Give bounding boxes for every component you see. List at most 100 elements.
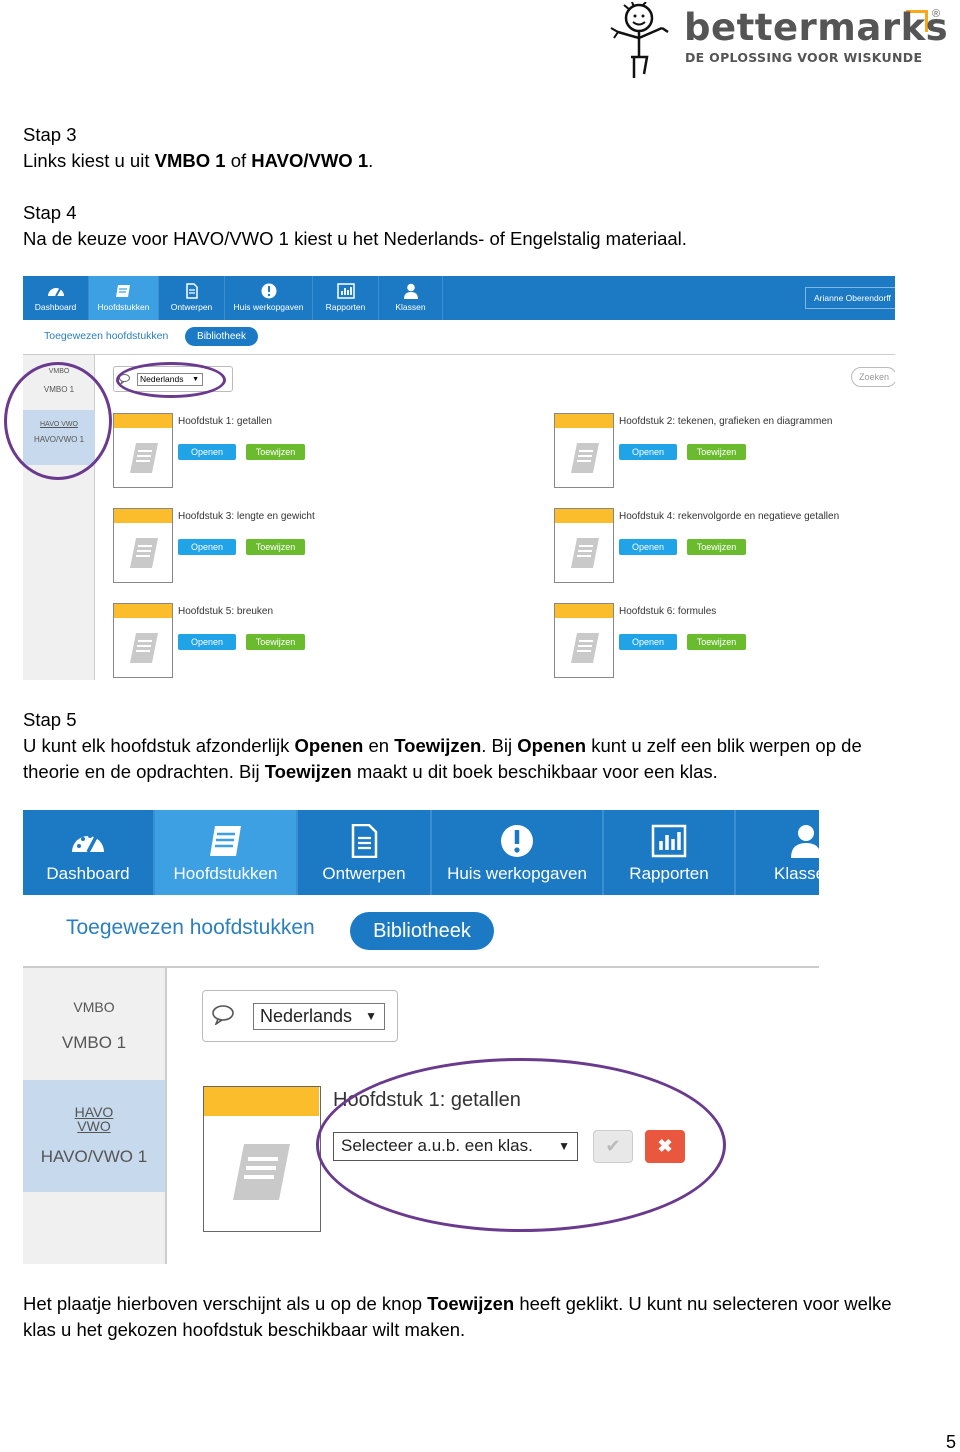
chapter-title: Hoofdstuk 6: formules: [619, 606, 717, 617]
level-sidebar: VMBO VMBO 1 HAVO VWO HAVO/VWO 1: [23, 968, 167, 1264]
exclamation-icon: [501, 825, 533, 857]
step4-title: Stap 4: [23, 202, 77, 223]
exclamation-icon: [261, 283, 276, 299]
top-nav-bar: Dashboard Hoofdstukken Ontwerpen Huis we…: [23, 276, 895, 320]
step4-text: Na de keuze voor HAVO/VWO 1 kiest u het …: [23, 228, 687, 249]
nav-rapporten[interactable]: Rapporten: [313, 276, 379, 320]
book-icon: [571, 633, 599, 663]
chapter-card: Hoofdstuk 1: getallen Openen Toewijzen: [113, 413, 373, 493]
tab-bibliotheek[interactable]: Bibliotheek: [350, 912, 494, 950]
dashboard-icon: [72, 834, 104, 853]
open-button[interactable]: Openen: [178, 634, 236, 650]
nav-ontwerpen[interactable]: Ontwerpen: [159, 276, 225, 320]
tab-toegewezen-hoofdstukken[interactable]: Toegewezen hoofdstukken: [44, 330, 168, 342]
assign-button[interactable]: Toewijzen: [687, 539, 746, 555]
language-filter: Nederlands ▼: [202, 990, 398, 1042]
stick-figure-icon: [610, 2, 669, 78]
book-icon: [130, 633, 158, 663]
step5-title: Stap 5: [23, 709, 77, 730]
top-nav-bar: Dashboard Hoofdstukken Ontwerpen Huis we…: [23, 810, 819, 895]
assign-button[interactable]: Toewijzen: [246, 634, 305, 650]
book-icon: [571, 538, 599, 568]
chapter-card: Hoofdstuk 3: lengte en gewicht Openen To…: [113, 508, 373, 588]
library-screenshot: Dashboard Hoofdstukken Ontwerpen Huis we…: [23, 276, 895, 680]
nav-dashboard[interactable]: Dashboard: [23, 810, 155, 895]
book-icon: [233, 1144, 290, 1200]
chapter-card: Hoofdstuk 4: rekenvolgorde en negatieve …: [554, 508, 839, 588]
person-icon: [791, 825, 819, 858]
tab-bibliotheek[interactable]: Bibliotheek: [185, 327, 258, 346]
highlight-ring-language: [116, 362, 226, 398]
nav-klassen[interactable]: Klassen: [379, 276, 443, 320]
assign-button[interactable]: Toewijzen: [687, 444, 746, 460]
chapter-title: Hoofdstuk 5: breuken: [178, 606, 274, 617]
closing-line1: Het plaatje hierboven verschijnt als u o…: [23, 1293, 892, 1314]
bettermarks-logo: bettermarks ® DE OPLOSSING VOOR WISKUNDE: [606, 2, 949, 80]
nav-huiswerkopgaven[interactable]: Huis werkopgaven: [225, 276, 313, 320]
chapter-card: Hoofdstuk 6: formules Openen Toewijzen: [554, 603, 814, 680]
assign-button[interactable]: Toewijzen: [246, 539, 305, 555]
dashboard-icon: [47, 288, 64, 297]
sidebar-head: VMBO: [73, 999, 115, 1015]
open-button[interactable]: Openen: [178, 539, 236, 555]
chapter-cover: [113, 413, 173, 488]
chapter-cover: [203, 1086, 321, 1232]
sidebar-item-havo-vwo[interactable]: HAVO VWO HAVO/VWO 1: [23, 1080, 165, 1192]
highlight-ring-sidebar: [4, 362, 112, 480]
nav-hoofdstukken[interactable]: Hoofdstukken: [89, 276, 159, 320]
sidebar-head: VWO: [77, 1118, 111, 1134]
highlight-ring-assign: [316, 1058, 726, 1232]
bar-chart-icon: [336, 283, 355, 299]
document-icon: [185, 283, 198, 299]
logo-tagline: DE OPLOSSING VOOR WISKUNDE: [685, 50, 923, 65]
chapter-cover: [113, 508, 173, 583]
logo-registered-mark: ®: [932, 8, 941, 20]
open-button[interactable]: Openen: [619, 539, 677, 555]
chapter-cover: [113, 603, 173, 678]
step5-line1: U kunt elk hoofdstuk afzonderlijk Openen…: [23, 735, 862, 756]
book-icon: [115, 285, 130, 297]
sidebar-label: HAVO/VWO 1: [40, 1147, 148, 1166]
step3-text: Links kiest u uit VMBO 1 of HAVO/VWO 1.: [23, 150, 374, 171]
language-select[interactable]: Nederlands ▼: [253, 1003, 385, 1030]
page-number: 5: [945, 1432, 956, 1452]
user-menu[interactable]: Arianne Oberendorff: [805, 287, 895, 309]
chapter-card: Hoofdstuk 2: tekenen, grafieken en diagr…: [554, 413, 832, 493]
open-button[interactable]: Openen: [178, 444, 236, 460]
logo-wordmark: bettermarks: [684, 6, 949, 49]
chapter-card: Hoofdstuk 5: breuken Openen Toewijzen: [113, 603, 373, 680]
nav-hoofdstukken[interactable]: Hoofdstukken: [155, 810, 298, 895]
nav-huiswerkopgaven[interactable]: Huis werkopgaven: [432, 810, 604, 895]
book-icon: [130, 538, 158, 568]
sidebar-label: VMBO 1: [61, 1033, 127, 1052]
closing-line2: klas u het gekozen hoofdstuk beschikbaar…: [23, 1319, 466, 1340]
nav-dashboard[interactable]: Dashboard: [23, 276, 89, 320]
book-icon: [130, 443, 158, 473]
sidebar-item-vmbo[interactable]: VMBO VMBO 1: [23, 968, 165, 1080]
dropdown-arrow-icon: ▼: [365, 1009, 377, 1023]
chapter-title: Hoofdstuk 3: lengte en gewicht: [178, 511, 315, 522]
open-button[interactable]: Openen: [619, 444, 677, 460]
person-icon: [403, 283, 418, 299]
book-icon: [209, 826, 241, 856]
step5-line2: theorie en de opdrachten. Bij Toewijzen …: [23, 761, 718, 782]
tab-toegewezen-hoofdstukken[interactable]: Toegewezen hoofdstukken: [66, 916, 315, 940]
book-icon: [571, 443, 599, 473]
search-input[interactable]: Zoeken: [851, 367, 895, 387]
chapter-cover: [554, 603, 614, 678]
open-button[interactable]: Openen: [619, 634, 677, 650]
chapter-cover: [554, 413, 614, 488]
nav-ontwerpen[interactable]: Ontwerpen: [298, 810, 432, 895]
chapter-cover: [554, 508, 614, 583]
chapter-title: Hoofdstuk 4: rekenvolgorde en negatieve …: [619, 511, 840, 522]
chapter-title: Hoofdstuk 2: tekenen, grafieken en diagr…: [619, 416, 833, 427]
speech-bubble-icon: [212, 1005, 234, 1025]
document-icon: [351, 824, 378, 858]
sidebar-head: HAVO: [74, 1104, 114, 1120]
assign-button[interactable]: Toewijzen: [246, 444, 305, 460]
step3-title: Stap 3: [23, 124, 77, 145]
assign-button[interactable]: Toewijzen: [687, 634, 746, 650]
divider: [23, 354, 895, 355]
nav-klassen[interactable]: Klasse: [736, 810, 819, 895]
nav-rapporten[interactable]: Rapporten: [604, 810, 736, 895]
